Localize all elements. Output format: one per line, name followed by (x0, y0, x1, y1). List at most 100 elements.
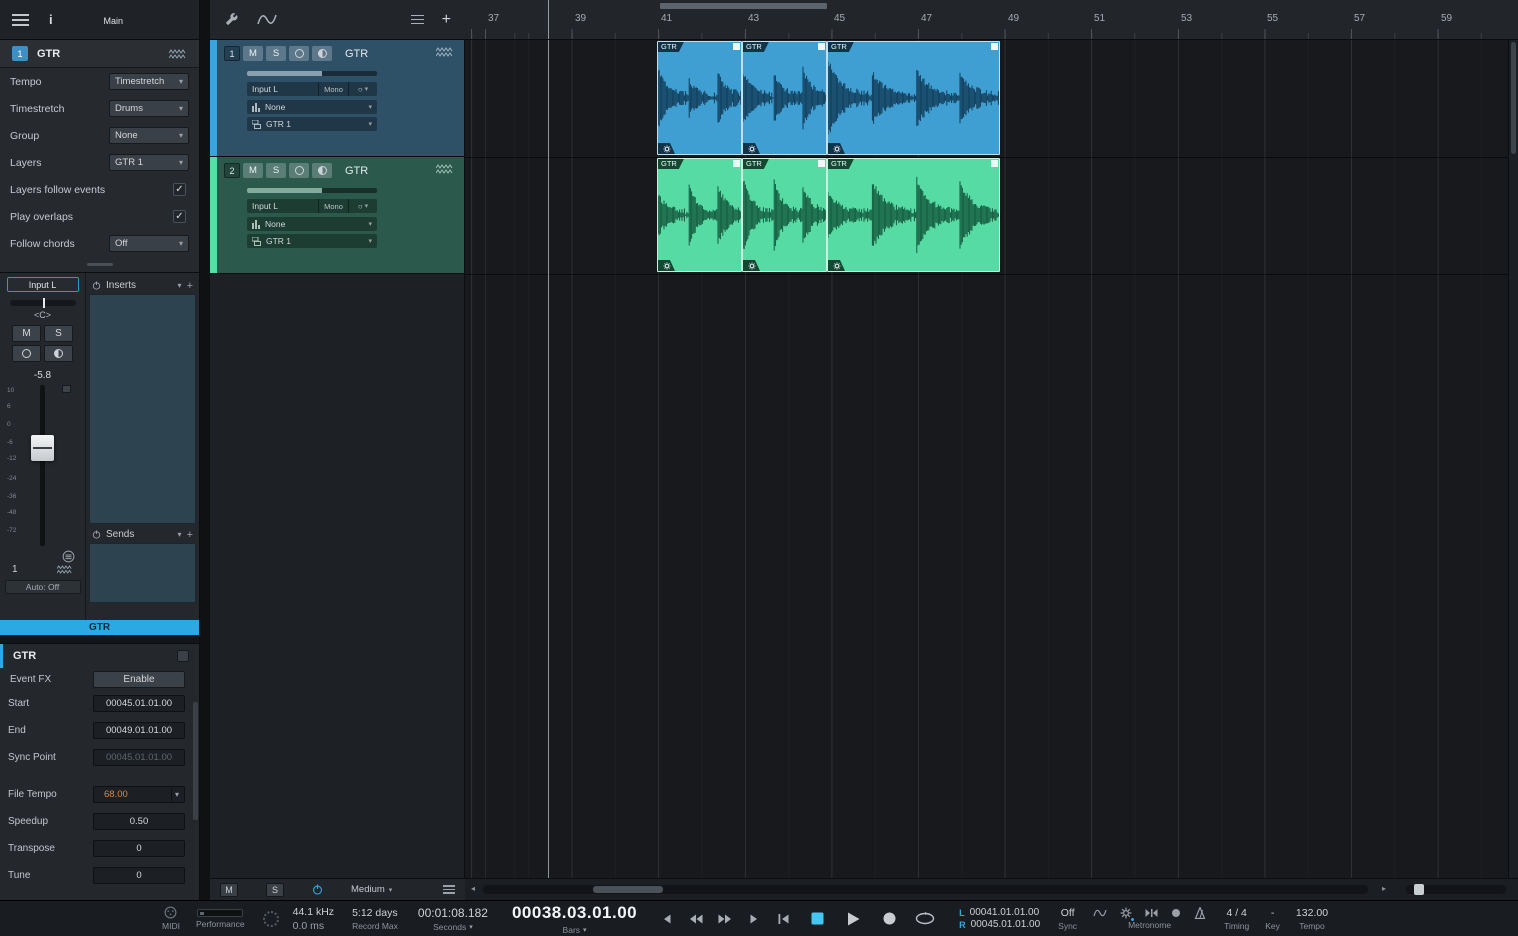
auto-punch-icon[interactable] (1145, 908, 1158, 918)
speedup-field[interactable]: 0.50 (93, 813, 185, 830)
tempo-display[interactable]: 132.00 Tempo (1296, 907, 1328, 931)
solo-button[interactable]: S (266, 46, 286, 61)
sends-list[interactable] (89, 543, 196, 603)
solo-button[interactable]: S (266, 163, 286, 178)
track-input-selector[interactable]: Input L Mono ○ ▾ (247, 199, 377, 213)
mute-button[interactable]: M (243, 163, 263, 178)
menu-icon[interactable] (12, 13, 29, 26)
audio-event[interactable]: GTR (657, 41, 742, 155)
track-volume-slider[interactable] (247, 188, 377, 193)
fast-forward-button[interactable] (715, 909, 735, 929)
power-icon[interactable] (312, 884, 323, 895)
stop-button[interactable] (805, 908, 829, 930)
track-header-2[interactable]: 2 M S GTR Input L Mono ○ ▾ None ▾ GTR 1 … (210, 157, 464, 274)
performance-indicator[interactable]: Performance (196, 908, 245, 929)
monitor-button[interactable] (312, 46, 332, 61)
arrange-canvas[interactable]: GTR GTR GTR GTR GTR GTR (465, 40, 1518, 878)
track-volume-slider[interactable] (247, 71, 377, 76)
add-track-button[interactable]: + (442, 11, 451, 29)
secondary-time-display[interactable]: 00:01:08.182 Seconds ▾ (418, 906, 488, 932)
layers-follow-checkbox[interactable]: ✓ (173, 183, 186, 196)
track-input-selector[interactable]: Input L Mono ○ ▾ (247, 82, 377, 96)
event-fade-handle[interactable] (991, 43, 998, 50)
precount-icon[interactable] (1171, 908, 1181, 918)
monitor-button[interactable] (312, 163, 332, 178)
event-fade-handle[interactable] (818, 43, 825, 50)
tune-field[interactable]: 0 (93, 867, 185, 884)
loop-range-display[interactable]: L 00041.01.01.00 R 00045.01.01.00 (959, 907, 1040, 930)
event-fx-enable-button[interactable]: Enable (93, 670, 185, 688)
panel-splitter[interactable] (0, 257, 199, 272)
audio-event[interactable]: GTR (742, 158, 827, 272)
power-icon[interactable] (92, 281, 101, 290)
track-instrument-selector[interactable]: None ▾ (247, 217, 377, 231)
event-fx-button[interactable] (658, 143, 675, 154)
track-height-selector[interactable]: Medium ▾ (351, 884, 392, 895)
prev-bar-button[interactable] (657, 909, 677, 929)
channel-input-button[interactable]: Input L (6, 277, 79, 292)
play-button[interactable] (841, 908, 865, 930)
file-tempo-field[interactable]: 68.00 ▾ (93, 786, 185, 803)
automation-mode-button[interactable]: Auto: Off (4, 580, 81, 594)
global-mute-button[interactable]: M (220, 882, 238, 897)
record-arm-button[interactable] (289, 46, 309, 61)
rewind-button[interactable] (686, 909, 706, 929)
return-to-zero-button[interactable] (773, 909, 793, 929)
volume-fader[interactable]: 10 6 0 -6 -12 -24 -36 -48 -72 (0, 383, 85, 548)
channel-tab[interactable]: GTR (0, 620, 199, 635)
fader-handle[interactable] (31, 435, 54, 461)
midi-indicator[interactable]: MIDI (162, 906, 180, 931)
vertical-scrollbar[interactable] (1508, 40, 1518, 878)
audio-event[interactable]: GTR (827, 158, 1000, 272)
metronome-icon[interactable] (1194, 907, 1206, 919)
add-send-button[interactable]: + (187, 529, 193, 541)
audio-event[interactable]: GTR (742, 41, 827, 155)
record-button[interactable] (877, 908, 901, 930)
horizontal-scroll-thumb[interactable] (593, 886, 663, 893)
tempo-mode-dropdown[interactable]: Timestretch ▾ (109, 73, 189, 90)
event-fade-handle[interactable] (733, 43, 740, 50)
expand-icon[interactable]: ▾ (178, 281, 182, 290)
dropdown-arrow-icon[interactable]: ▾ (170, 788, 182, 801)
next-bar-button[interactable] (744, 909, 764, 929)
track-list-options-icon[interactable] (410, 14, 424, 25)
wrench-icon[interactable] (224, 12, 239, 27)
expand-icon[interactable]: ▾ (178, 530, 182, 539)
info-icon[interactable]: i (49, 12, 53, 27)
channel-record-arm-button[interactable] (12, 345, 41, 362)
track-instrument-selector[interactable]: None ▾ (247, 100, 377, 114)
channel-mode-icon[interactable] (62, 550, 75, 563)
vertical-scroll-thumb[interactable] (1511, 42, 1516, 154)
add-insert-button[interactable]: + (187, 280, 193, 292)
follow-chords-dropdown[interactable]: Off ▾ (109, 235, 189, 252)
wave-icon[interactable] (257, 13, 277, 26)
key-display[interactable]: - Key (1265, 907, 1280, 931)
record-arm-button[interactable] (289, 163, 309, 178)
event-fade-handle[interactable] (733, 160, 740, 167)
event-fx-button[interactable] (743, 143, 760, 154)
global-solo-button[interactable]: S (266, 882, 284, 897)
track-header-1[interactable]: 1 M S GTR Input L Mono ○ ▾ None ▾ GTR 1 … (210, 40, 464, 157)
zoom-handle[interactable] (1414, 884, 1424, 895)
audio-event[interactable]: GTR (657, 158, 742, 272)
audio-event-selected[interactable]: GTR (827, 41, 1000, 155)
event-fx-button[interactable] (828, 260, 845, 271)
scroll-right-icon[interactable]: ▸ (1382, 884, 1386, 893)
gear-icon[interactable] (1120, 907, 1135, 921)
scroll-left-icon[interactable]: ◂ (471, 884, 475, 893)
playhead[interactable] (548, 40, 549, 878)
event-active-checkbox[interactable] (177, 650, 189, 662)
zoom-slider[interactable] (1406, 884, 1506, 895)
sync-wave-icon[interactable] (1093, 908, 1107, 918)
mute-button[interactable]: M (243, 46, 263, 61)
group-dropdown[interactable]: None ▾ (109, 127, 189, 144)
inserts-list[interactable] (89, 294, 196, 524)
loop-region-marker[interactable] (660, 3, 827, 9)
event-fx-button[interactable] (658, 260, 675, 271)
main-time-display[interactable]: 00038.03.01.00 Bars ▾ (512, 903, 637, 935)
channel-solo-button[interactable]: S (44, 325, 73, 342)
horizontal-scrollbar[interactable] (483, 885, 1368, 894)
loop-button[interactable] (913, 908, 937, 930)
timestretch-dropdown[interactable]: Drums ▾ (109, 100, 189, 117)
track-layer-selector[interactable]: GTR 1 ▾ (247, 234, 377, 248)
